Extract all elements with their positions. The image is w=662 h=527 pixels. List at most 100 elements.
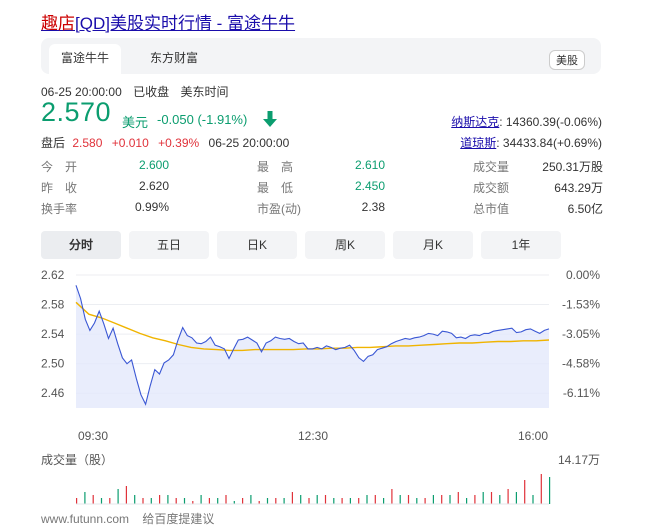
volume-bar xyxy=(125,486,127,504)
kline-tab[interactable]: 日K xyxy=(217,231,297,259)
after-hours-label: 盘后 xyxy=(41,136,66,150)
stat-label: 市盈(动) xyxy=(257,202,301,216)
volume-bar xyxy=(283,498,285,504)
intraday-chart[interactable]: 2.62 0.00% 2.58 -1.53% 2.54 -3.05% 2.50 -4.58% 2… xyxy=(0,262,662,508)
kline-tab[interactable]: 五日 xyxy=(129,231,209,259)
volume-bar xyxy=(142,498,144,504)
stat-label: 成交量 xyxy=(473,160,510,174)
volume-bar xyxy=(308,498,310,504)
volume-bar xyxy=(208,498,210,504)
stat-value: 2.450 xyxy=(354,179,385,193)
stat-label: 最 高 xyxy=(257,160,294,174)
volume-bar xyxy=(449,495,451,504)
y-tick-label: 2.58 xyxy=(41,298,65,312)
stat-item: 市盈(动) 2.38 xyxy=(257,200,385,216)
stat-label: 今 开 xyxy=(41,160,78,174)
volume-bar xyxy=(441,495,443,504)
footer-site-link[interactable]: www.futunn.com xyxy=(41,512,129,526)
price-change: -0.050 (-1.91%) xyxy=(157,112,248,127)
volume-bar xyxy=(366,495,368,504)
index-nasdaq: 纳斯达克: 14360.39(-0.06%) xyxy=(451,113,602,130)
y-tick-label: 2.62 xyxy=(41,268,65,282)
volume-label: 成交量（股） xyxy=(41,452,113,467)
volume-bar xyxy=(466,498,468,504)
volume-bar xyxy=(399,495,401,504)
volume-bar xyxy=(374,495,376,504)
kline-tab[interactable]: 月K xyxy=(393,231,473,259)
volume-bar xyxy=(549,477,551,504)
volume-bar xyxy=(499,495,501,504)
volume-bar xyxy=(183,498,186,504)
stat-value: 2.620 xyxy=(138,179,169,193)
kline-tab[interactable]: 1年 xyxy=(481,231,561,259)
volume-bar xyxy=(532,495,534,504)
stat-value: 0.99% xyxy=(134,200,169,214)
volume-bar xyxy=(159,495,161,504)
current-price: 2.570 xyxy=(41,97,112,127)
after-hours-change: +0.010 xyxy=(111,136,149,150)
volume-bar xyxy=(175,498,177,504)
stat-item: 成交额 643.29万 xyxy=(473,179,603,195)
stat-item: 成交量 250.31万股 xyxy=(473,158,603,174)
volume-bar xyxy=(109,498,111,504)
y-tick-label: 2.54 xyxy=(41,327,65,341)
volume-bar xyxy=(150,498,152,504)
volume-max-label: 14.17万 xyxy=(558,453,600,467)
volume-bar xyxy=(490,492,493,504)
volume-bar xyxy=(266,498,269,504)
volume-bar xyxy=(524,480,526,504)
volume-bar xyxy=(100,498,103,504)
index-dow-link[interactable]: 道琼斯 xyxy=(460,136,496,150)
volume-bar xyxy=(92,495,94,504)
x-tick-label: 12:30 xyxy=(298,429,328,443)
quote-status: 已收盘 xyxy=(133,85,170,99)
stat-item: 最 高 2.610 xyxy=(257,158,385,174)
stat-item: 最 低 2.450 xyxy=(257,179,385,195)
volume-bar xyxy=(316,495,318,504)
market-badge: 美股 xyxy=(549,50,585,70)
price-unit: 美元 xyxy=(122,115,149,130)
footer-links: www.futunn.com 给百度提建议 xyxy=(41,510,224,527)
tab-eastmoney[interactable]: 东方财富 xyxy=(137,44,211,74)
volume-bar xyxy=(424,498,426,504)
volume-bar xyxy=(324,495,327,504)
stat-label: 总市值 xyxy=(473,202,510,216)
kline-tab[interactable]: 周K xyxy=(305,231,385,259)
volume-bar xyxy=(383,498,385,504)
tab-futu[interactable]: 富途牛牛 xyxy=(49,44,121,74)
volume-bar xyxy=(358,498,360,504)
volume-bar xyxy=(349,498,351,504)
source-tab-bar: 富途牛牛 东方财富 美股 xyxy=(41,38,601,74)
pct-tick-label: -3.05% xyxy=(562,327,600,341)
stat-item: 换手率 0.99% xyxy=(41,200,169,216)
index-dow-value: : 34433.84(+0.69%) xyxy=(496,136,602,150)
stat-item: 今 开 2.600 xyxy=(41,158,169,174)
volume-bar xyxy=(507,489,509,504)
y-tick-label: 2.46 xyxy=(41,386,65,400)
index-nasdaq-link[interactable]: 纳斯达克 xyxy=(451,115,499,129)
volume-bar xyxy=(457,492,459,504)
avg-price-line xyxy=(75,301,550,352)
stat-item: 总市值 6.50亿 xyxy=(473,200,603,216)
y-tick-label: 2.50 xyxy=(41,357,65,371)
volume-bar xyxy=(76,498,78,504)
pct-tick-label: -6.11% xyxy=(563,386,600,400)
title-highlight: 趣店 xyxy=(41,14,75,33)
volume-bar xyxy=(482,492,484,504)
volume-bar xyxy=(432,495,434,504)
volume-bar xyxy=(167,495,169,504)
page-title-link[interactable]: 趣店[QD]美股实时行情 - 富途牛牛 xyxy=(41,9,295,34)
after-hours-time: 06-25 20:00:00 xyxy=(208,136,290,150)
volume-bar xyxy=(416,498,418,504)
volume-bar xyxy=(291,492,293,504)
kline-tab[interactable]: 分时 xyxy=(41,231,121,259)
volume-bar xyxy=(333,498,335,504)
volume-bar xyxy=(84,492,86,504)
volume-bar xyxy=(134,495,136,504)
footer-suggest-link[interactable]: 给百度提建议 xyxy=(142,512,214,526)
volume-bar xyxy=(225,495,227,504)
volume-bar xyxy=(200,495,202,504)
x-tick-label: 09:30 xyxy=(78,429,108,443)
stat-value: 6.50亿 xyxy=(567,202,603,216)
index-dow: 道琼斯: 34433.84(+0.69%) xyxy=(460,134,602,151)
